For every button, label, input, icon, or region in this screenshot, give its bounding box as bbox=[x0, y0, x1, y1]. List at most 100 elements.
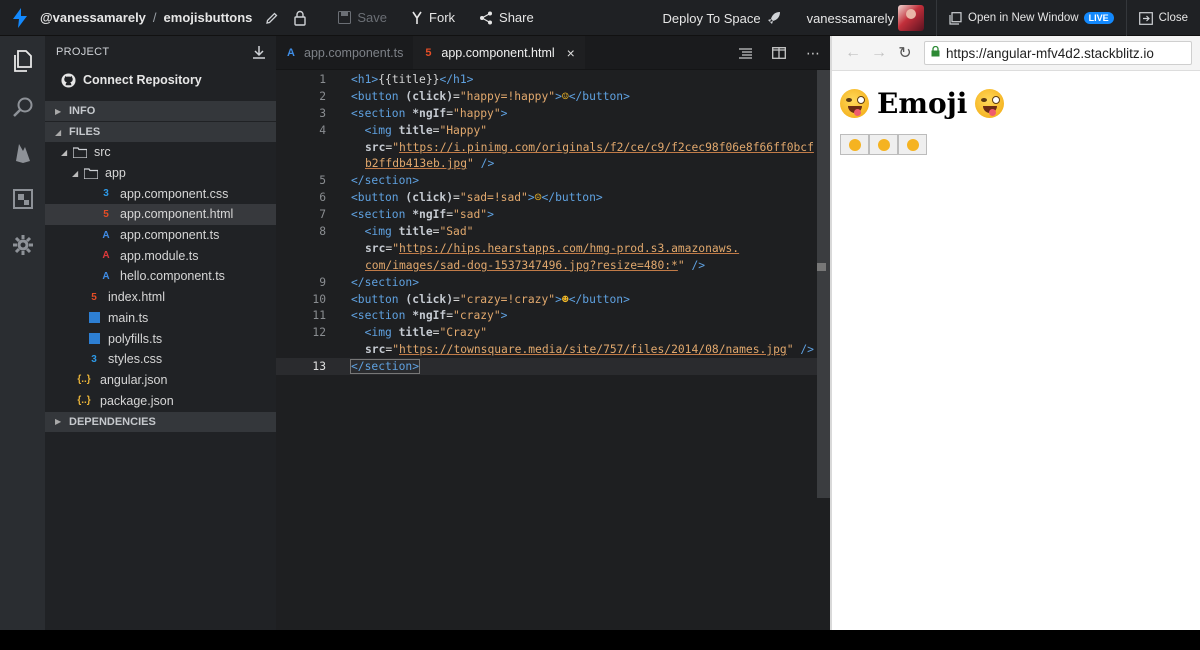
section-files[interactable]: ◢ FILES bbox=[45, 122, 276, 142]
deploy-label: Deploy To Space bbox=[662, 10, 761, 26]
line-number: 11 bbox=[312, 309, 326, 323]
save-label: Save bbox=[357, 10, 388, 25]
tree-file-styles-css[interactable]: 3 styles.css bbox=[45, 349, 276, 370]
tab-app-component-html[interactable]: 5 app.component.html × bbox=[413, 36, 585, 69]
save-button[interactable]: Save bbox=[326, 0, 399, 36]
crazy-button[interactable] bbox=[898, 134, 927, 155]
fork-button[interactable]: Fork bbox=[399, 0, 467, 36]
tree-label: app.component.html bbox=[120, 207, 234, 222]
code-line: 12 <img title="Crazy" bbox=[276, 324, 830, 341]
path-separator: / bbox=[152, 10, 157, 25]
project-owner[interactable]: @vanessamarely bbox=[40, 10, 146, 25]
editor-scrollbar[interactable] bbox=[817, 70, 830, 498]
code-text: </section> bbox=[349, 359, 421, 375]
forward-arrow-icon[interactable]: → bbox=[866, 44, 892, 62]
code-text: <img title="Crazy" bbox=[351, 326, 488, 340]
preview-pane: ← → ↻ https://angular-mfv4d2.stackblitz.… bbox=[830, 36, 1200, 630]
connect-repository-label: Connect Repository bbox=[83, 73, 202, 87]
sidebar-title: PROJECT bbox=[56, 46, 110, 58]
tree-file-main-ts[interactable]: main.ts bbox=[45, 308, 276, 329]
editor-tabs: A app.component.ts 5 app.component.html … bbox=[276, 36, 830, 70]
ts-file-icon bbox=[87, 332, 101, 346]
page-title-text: Emoji bbox=[877, 86, 968, 120]
tab-app-component-ts[interactable]: A app.component.ts bbox=[276, 36, 413, 69]
tree-file-app-module-ts[interactable]: A app.module.ts bbox=[45, 245, 276, 266]
edit-icon[interactable] bbox=[258, 0, 286, 36]
back-arrow-icon[interactable]: ← bbox=[840, 44, 866, 62]
tree-folder-src[interactable]: ◢ src bbox=[45, 142, 276, 163]
code-text: src="https://townsquare.media/site/757/f… bbox=[365, 343, 814, 357]
code-line: 3 <section *ngIf="happy"> bbox=[276, 105, 830, 122]
more-options-icon[interactable]: ⋯ bbox=[796, 45, 830, 62]
save-icon bbox=[338, 11, 352, 24]
split-editor-icon[interactable] bbox=[762, 47, 796, 59]
username[interactable]: vanessamarely bbox=[807, 11, 894, 26]
tree-folder-app[interactable]: ◢ app bbox=[45, 163, 276, 184]
html-file-icon: 5 bbox=[425, 46, 432, 59]
code-area[interactable]: 1 <h1>{{title}}</h1> 2 <button (click)="… bbox=[276, 70, 830, 376]
scrollbar-cursor-marker bbox=[817, 263, 826, 271]
code-line: 9 </section> bbox=[276, 274, 830, 291]
preview-browser-bar: ← → ↻ https://angular-mfv4d2.stackblitz.… bbox=[832, 36, 1200, 71]
search-icon[interactable] bbox=[0, 84, 45, 130]
firebase-icon[interactable] bbox=[0, 130, 45, 176]
tab-label: app.component.html bbox=[441, 45, 555, 60]
extensions-icon[interactable] bbox=[0, 176, 45, 222]
code-text: <section *ngIf="sad"> bbox=[351, 208, 494, 222]
project-name[interactable]: emojisbuttons bbox=[164, 10, 253, 25]
share-button[interactable]: Share bbox=[467, 0, 546, 36]
chevron-right-icon: ▶ bbox=[55, 106, 62, 116]
code-text: </section> bbox=[351, 275, 420, 289]
preview-url-field[interactable]: https://angular-mfv4d2.stackblitz.io bbox=[924, 41, 1192, 65]
tree-file-polyfills-ts[interactable]: polyfills.ts bbox=[45, 328, 276, 349]
line-number: 8 bbox=[319, 224, 326, 238]
reload-icon[interactable]: ↻ bbox=[892, 43, 918, 63]
code-line: 5 b2ffdb413eb.jpg" /> bbox=[276, 155, 830, 172]
tree-label: main.ts bbox=[108, 310, 149, 325]
tree-file-package-json[interactable]: {..} package.json bbox=[45, 390, 276, 411]
download-icon[interactable] bbox=[253, 45, 265, 59]
settings-gear-icon[interactable] bbox=[0, 222, 45, 268]
explorer-icon[interactable] bbox=[0, 38, 45, 84]
lock-icon bbox=[931, 45, 940, 60]
happy-button[interactable] bbox=[840, 134, 869, 155]
share-label: Share bbox=[499, 10, 534, 25]
tree-file-angular-json[interactable]: {..} angular.json bbox=[45, 370, 276, 391]
code-line: 5 </section> bbox=[276, 172, 830, 189]
avatar[interactable] bbox=[898, 5, 924, 31]
lock-icon[interactable] bbox=[286, 0, 314, 36]
section-info[interactable]: ▶ INFO bbox=[45, 101, 276, 121]
chevron-down-icon: ◢ bbox=[61, 147, 68, 157]
github-icon bbox=[61, 72, 76, 88]
tree-file-app-component-html[interactable]: 5 app.component.html bbox=[45, 204, 276, 225]
section-dependencies[interactable]: ▶ DEPENDENCIES bbox=[45, 411, 276, 432]
stackblitz-logo-icon[interactable] bbox=[0, 0, 40, 36]
tree-file-hello-component-ts[interactable]: A hello.component.ts bbox=[45, 266, 276, 287]
html-file-icon: 5 bbox=[91, 291, 97, 303]
top-bar: @vanessamarely / emojisbuttons Save Fork… bbox=[0, 0, 1200, 36]
tree-label: app.module.ts bbox=[120, 248, 199, 263]
tree-label: app.component.css bbox=[120, 186, 229, 201]
tree-file-index-html[interactable]: 5 index.html bbox=[45, 287, 276, 308]
share-icon bbox=[480, 11, 493, 24]
sad-face-icon bbox=[877, 138, 890, 151]
code-line: 8 <img title="Sad" bbox=[276, 223, 830, 240]
connect-repository-button[interactable]: Connect Repository bbox=[45, 68, 276, 92]
line-number: 6 bbox=[319, 191, 326, 205]
deploy-button[interactable]: Deploy To Space bbox=[651, 0, 807, 36]
code-line: src="https://hips.hearstapps.com/hmg-pro… bbox=[276, 240, 830, 257]
sad-button[interactable] bbox=[869, 134, 898, 155]
line-number: 7 bbox=[319, 208, 326, 222]
fork-label: Fork bbox=[429, 10, 456, 25]
tree-file-app-component-ts[interactable]: A app.component.ts bbox=[45, 225, 276, 246]
bottom-strip bbox=[0, 630, 1200, 650]
tree-file-app-component-css[interactable]: 3 app.component.css bbox=[45, 183, 276, 204]
preview-content: Emoji bbox=[832, 71, 1200, 167]
close-tab-icon[interactable]: × bbox=[567, 45, 575, 61]
open-new-window-button[interactable]: Open in New Window LIVE bbox=[937, 0, 1126, 36]
code-line-current: 13 </section> bbox=[276, 358, 830, 376]
close-preview-button[interactable]: Close bbox=[1127, 0, 1200, 36]
format-icon[interactable] bbox=[728, 47, 762, 59]
code-line: 7 <section *ngIf="sad"> bbox=[276, 206, 830, 223]
page-title: Emoji bbox=[840, 83, 1192, 123]
